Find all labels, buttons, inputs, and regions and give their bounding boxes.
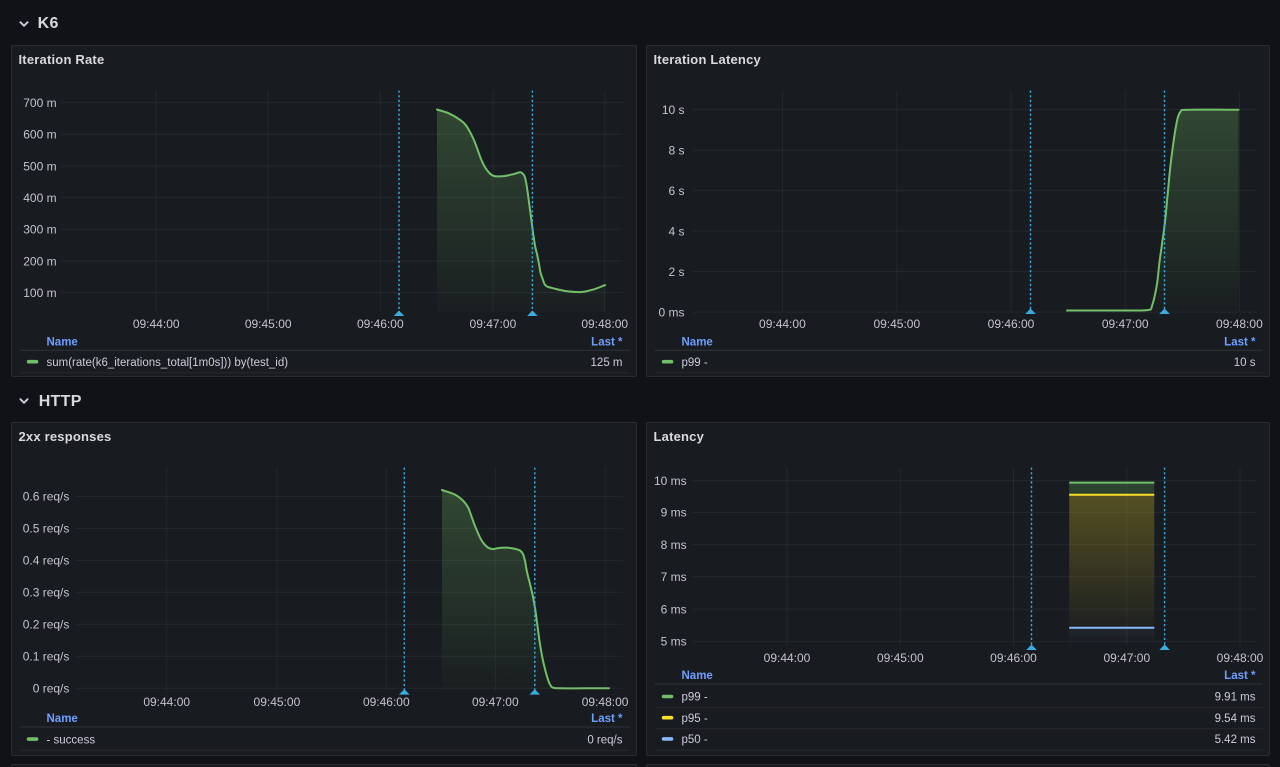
svg-text:p99 -: p99 - — [682, 692, 708, 704]
svg-text:Name: Name — [47, 336, 78, 348]
svg-text:09:44:00: 09:44:00 — [759, 317, 806, 331]
svg-text:09:47:00: 09:47:00 — [472, 695, 519, 709]
svg-text:Name: Name — [682, 670, 713, 682]
svg-text:09:44:00: 09:44:00 — [143, 695, 190, 709]
svg-text:09:45:00: 09:45:00 — [254, 695, 301, 709]
svg-text:09:46:00: 09:46:00 — [363, 695, 410, 709]
svg-text:7 ms: 7 ms — [661, 570, 687, 584]
svg-text:0.5 req/s: 0.5 req/s — [23, 522, 70, 536]
svg-text:09:44:00: 09:44:00 — [133, 317, 180, 331]
svg-text:09:45:00: 09:45:00 — [245, 317, 292, 331]
svg-text:400 m: 400 m — [23, 191, 56, 205]
svg-text:9.54 ms: 9.54 ms — [1215, 713, 1256, 725]
svg-text:0.2 req/s: 0.2 req/s — [23, 618, 70, 632]
svg-text:9.91 ms: 9.91 ms — [1215, 692, 1256, 704]
svg-text:0.1 req/s: 0.1 req/s — [23, 650, 70, 664]
svg-text:5 ms: 5 ms — [661, 635, 687, 649]
svg-text:0.6 req/s: 0.6 req/s — [23, 490, 70, 504]
svg-text:09:45:00: 09:45:00 — [873, 317, 920, 331]
svg-text:0.4 req/s: 0.4 req/s — [23, 554, 70, 568]
svg-text:09:47:00: 09:47:00 — [1102, 317, 1149, 331]
svg-text:2 s: 2 s — [668, 265, 684, 279]
svg-text:09:48:00: 09:48:00 — [1217, 651, 1264, 665]
svg-text:6 ms: 6 ms — [661, 602, 687, 616]
svg-text:500 m: 500 m — [23, 159, 56, 173]
svg-text:p99 -: p99 - — [682, 357, 708, 369]
svg-text:09:45:00: 09:45:00 — [877, 651, 924, 665]
svg-text:p50 -: p50 - — [682, 734, 708, 746]
svg-text:100 m: 100 m — [23, 286, 56, 300]
svg-text:09:48:00: 09:48:00 — [581, 317, 628, 331]
svg-text:09:47:00: 09:47:00 — [470, 317, 517, 331]
svg-text:09:46:00: 09:46:00 — [988, 317, 1035, 331]
svg-text:10 s: 10 s — [1234, 357, 1256, 369]
svg-text:Name: Name — [47, 713, 78, 725]
svg-text:9 ms: 9 ms — [661, 506, 687, 520]
svg-text:Last *: Last * — [1224, 336, 1256, 348]
svg-text:09:47:00: 09:47:00 — [1103, 651, 1150, 665]
svg-text:0 ms: 0 ms — [658, 305, 684, 319]
svg-text:700 m: 700 m — [23, 96, 56, 110]
svg-text:09:44:00: 09:44:00 — [764, 651, 811, 665]
svg-text:5.42 ms: 5.42 ms — [1215, 734, 1256, 746]
svg-text:09:46:00: 09:46:00 — [357, 317, 404, 331]
svg-text:0 req/s: 0 req/s — [33, 682, 70, 696]
svg-text:Last *: Last * — [591, 336, 623, 348]
svg-text:4 s: 4 s — [668, 224, 684, 238]
svg-text:0 req/s: 0 req/s — [587, 734, 622, 746]
svg-text:09:48:00: 09:48:00 — [1216, 317, 1263, 331]
svg-text:Name: Name — [682, 336, 713, 348]
svg-text:Last *: Last * — [591, 713, 623, 725]
svg-text:09:46:00: 09:46:00 — [990, 651, 1037, 665]
svg-text:10 ms: 10 ms — [654, 474, 687, 488]
svg-text:sum(rate(k6_iterations_total[1: sum(rate(k6_iterations_total[1m0s])) by(… — [47, 357, 289, 369]
svg-text:10 s: 10 s — [662, 103, 685, 117]
svg-text:125 m: 125 m — [591, 357, 623, 369]
svg-text:Last *: Last * — [1224, 670, 1256, 682]
svg-text:- success: - success — [47, 734, 96, 746]
svg-text:0.3 req/s: 0.3 req/s — [23, 586, 70, 600]
svg-text:6 s: 6 s — [668, 184, 684, 198]
svg-text:8 ms: 8 ms — [661, 538, 687, 552]
svg-text:600 m: 600 m — [23, 128, 56, 142]
svg-text:8 s: 8 s — [668, 143, 684, 157]
svg-text:300 m: 300 m — [23, 223, 56, 237]
svg-text:p95 -: p95 - — [682, 713, 708, 725]
svg-text:09:48:00: 09:48:00 — [582, 695, 629, 709]
svg-text:200 m: 200 m — [23, 254, 56, 268]
